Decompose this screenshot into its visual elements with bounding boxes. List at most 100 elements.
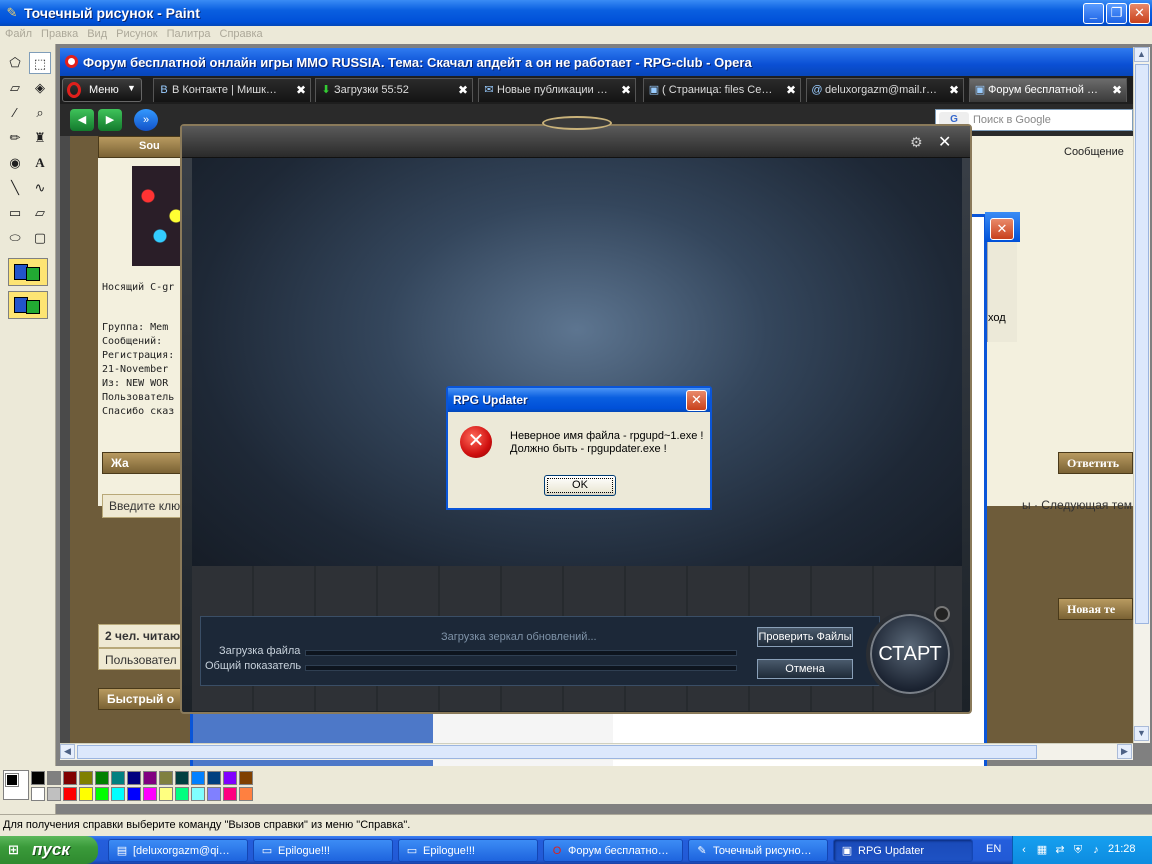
horizontal-scroll-thumb[interactable] xyxy=(77,745,1037,759)
taskbar-item-opera[interactable]: O Форум бесплатно… xyxy=(543,839,683,862)
minimize-button[interactable]: _ xyxy=(1083,3,1104,24)
polygon-icon[interactable]: ▱ xyxy=(29,202,51,224)
close-icon[interactable]: ✖ xyxy=(949,83,959,97)
palette-swatch[interactable] xyxy=(143,771,157,785)
pencil-icon[interactable]: ✏ xyxy=(4,127,26,149)
tab-mail[interactable]: @ deluxorgazm@mail.r… ✖ xyxy=(806,78,964,102)
maximize-button[interactable]: ❐ xyxy=(1106,3,1127,24)
palette-swatch[interactable] xyxy=(159,787,173,801)
close-icon[interactable]: ✖ xyxy=(296,83,306,97)
palette-swatch[interactable] xyxy=(207,787,221,801)
tab-files-page[interactable]: ▣( Страница: files Ce… ✖ xyxy=(643,78,801,102)
palette-swatch[interactable] xyxy=(31,771,45,785)
next-theme-link[interactable]: ы · Следующая тем xyxy=(1016,494,1133,516)
airbrush-icon[interactable]: ◉ xyxy=(4,152,26,174)
palette-swatch[interactable] xyxy=(127,771,141,785)
tool-option-opaque[interactable] xyxy=(8,258,48,286)
tab-publications[interactable]: ✉ Новые публикации … ✖ xyxy=(478,78,636,102)
ok-button[interactable]: OK xyxy=(544,475,616,496)
check-files-button[interactable]: Проверить Файлы xyxy=(757,627,853,647)
palette-swatch[interactable] xyxy=(159,771,173,785)
shield-icon[interactable]: ⛨ xyxy=(1071,843,1085,857)
palette-swatch[interactable] xyxy=(175,771,189,785)
speaker-icon[interactable]: ♪ xyxy=(1089,843,1103,857)
eraser-icon[interactable]: ▱ xyxy=(4,77,26,99)
back-icon[interactable]: ◀ xyxy=(70,109,94,131)
background-window-close-button[interactable]: ✕ xyxy=(990,218,1014,240)
taskbar-item-chat[interactable]: ▤ [deluxorgazm@qi… xyxy=(108,839,248,862)
language-indicator[interactable]: EN xyxy=(986,843,1001,855)
menu-file[interactable]: Файл xyxy=(0,26,36,40)
palette-swatch[interactable] xyxy=(143,787,157,801)
rectangle-icon[interactable]: ▭ xyxy=(4,202,26,224)
tab-vkontakte[interactable]: В В Контакте | Мишк… ✖ xyxy=(153,78,311,102)
palette-swatch[interactable] xyxy=(191,771,205,785)
horizontal-scrollbar[interactable]: ◀ ▶ xyxy=(60,743,1133,760)
vertical-scroll-thumb[interactable] xyxy=(1135,64,1149,624)
new-theme-button[interactable]: Новая те xyxy=(1058,598,1133,620)
messages-link[interactable]: Сообщение xyxy=(1064,146,1124,158)
palette-swatch[interactable] xyxy=(47,771,61,785)
palette-swatch[interactable] xyxy=(207,771,221,785)
menu-palette[interactable]: Палитра xyxy=(162,26,215,40)
palette-swatch[interactable] xyxy=(63,771,77,785)
curve-icon[interactable]: ∿ xyxy=(29,177,51,199)
dialog-close-button[interactable]: ✕ xyxy=(686,390,707,411)
close-icon[interactable]: ✖ xyxy=(786,83,796,97)
opera-menu-button[interactable]: Меню ▼ xyxy=(62,78,142,102)
palette-swatch[interactable] xyxy=(63,787,77,801)
scroll-up-icon[interactable]: ▲ xyxy=(1134,47,1149,62)
cancel-button[interactable]: Отмена xyxy=(757,659,853,679)
magnifier-icon[interactable]: ⌕ xyxy=(29,102,51,124)
text-tool-icon[interactable]: A xyxy=(29,152,51,174)
user-name-bar[interactable]: Sou xyxy=(98,136,190,158)
quick-reply-bar[interactable]: Быстрый о xyxy=(98,688,188,710)
rounded-rect-icon[interactable]: ▢ xyxy=(29,227,51,249)
fast-forward-icon[interactable]: » xyxy=(134,109,158,131)
close-icon[interactable]: ✖ xyxy=(1112,83,1122,97)
vertical-scrollbar[interactable]: ▲ ▼ xyxy=(1133,47,1150,743)
taskbar-item-folder[interactable]: ▭ Epilogue!!! xyxy=(398,839,538,862)
menu-help[interactable]: Справка xyxy=(215,26,267,40)
close-icon[interactable]: ✖ xyxy=(621,83,631,97)
menu-edit[interactable]: Правка xyxy=(36,26,82,40)
close-icon[interactable]: ✖ xyxy=(458,83,468,97)
free-select-icon[interactable]: ⬠ xyxy=(4,52,26,74)
tab-downloads[interactable]: ⬇ Загрузки 55:52 ✖ xyxy=(315,78,473,102)
reply-button[interactable]: Ответить xyxy=(1058,452,1133,474)
start-button[interactable]: СТАРТ xyxy=(866,610,954,698)
palette-swatch[interactable] xyxy=(95,771,109,785)
menu-view[interactable]: Вид xyxy=(82,26,111,40)
taskbar-item-folder[interactable]: ▭ Epilogue!!! xyxy=(253,839,393,862)
brush-icon[interactable]: ♜ xyxy=(29,127,51,149)
close-button[interactable]: ✕ xyxy=(1129,3,1150,24)
palette-swatch[interactable] xyxy=(95,787,109,801)
forward-icon[interactable]: ▶ xyxy=(98,109,122,131)
start-menu-button[interactable]: ⊞ пуск xyxy=(0,836,98,864)
palette-swatch[interactable] xyxy=(223,771,237,785)
ellipse-icon[interactable]: ⬭ xyxy=(4,227,26,249)
tray-arrow-icon[interactable]: ‹ xyxy=(1017,843,1031,857)
palette-swatch[interactable] xyxy=(239,787,253,801)
tool-option-transparent[interactable] xyxy=(8,291,48,319)
palette-swatch[interactable] xyxy=(31,787,45,801)
settings-icon[interactable]: ⚙ xyxy=(910,134,923,151)
palette-swatch[interactable] xyxy=(111,787,125,801)
palette-swatch[interactable] xyxy=(111,771,125,785)
fill-icon[interactable]: ◈ xyxy=(29,77,51,99)
palette-swatch[interactable] xyxy=(223,787,237,801)
scroll-down-icon[interactable]: ▼ xyxy=(1134,726,1149,741)
palette-swatch[interactable] xyxy=(47,787,61,801)
tray-app-icon[interactable]: ▦ xyxy=(1035,843,1049,857)
tray-app-icon[interactable]: ⇄ xyxy=(1053,843,1067,857)
line-icon[interactable]: ╲ xyxy=(4,177,26,199)
search-key-input[interactable]: Введите клю xyxy=(102,494,188,518)
scroll-right-icon[interactable]: ▶ xyxy=(1117,744,1132,759)
palette-swatch[interactable] xyxy=(239,771,253,785)
palette-swatch[interactable] xyxy=(175,787,189,801)
taskbar-item-paint[interactable]: ✎ Точечный рисуно… xyxy=(688,839,828,862)
palette-swatch[interactable] xyxy=(79,771,93,785)
palette-swatch[interactable] xyxy=(79,787,93,801)
taskbar-item-rpg-updater[interactable]: ▣ RPG Updater xyxy=(833,839,973,862)
palette-swatch[interactable] xyxy=(191,787,205,801)
